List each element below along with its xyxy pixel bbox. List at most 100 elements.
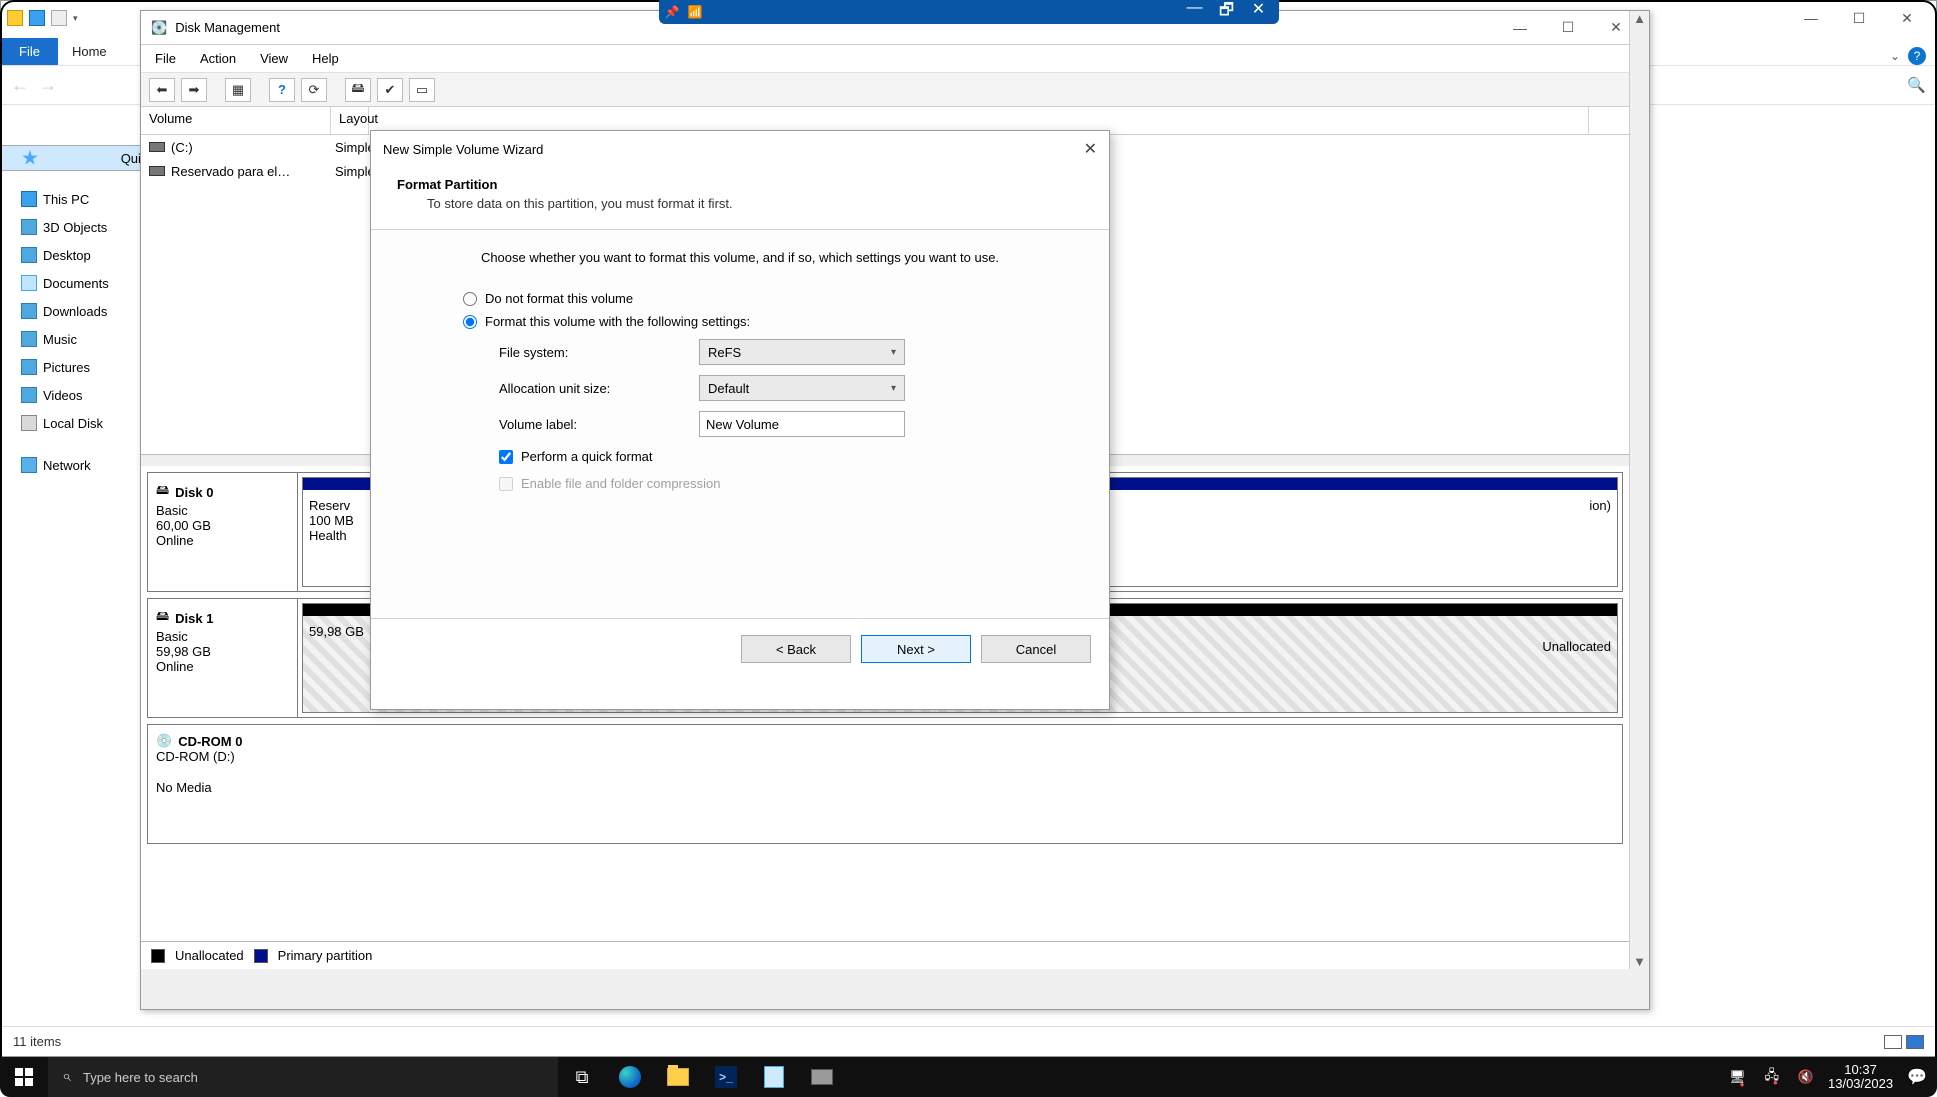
nav-tree-item[interactable]: Documents [21, 269, 141, 297]
tree-item-icon [21, 387, 37, 403]
nav-back-button[interactable]: ← [11, 75, 29, 96]
dm-toolbar: ⬅ ➡ ▦ ? ⟳ 🖴 ✔ ▭ [141, 73, 1649, 107]
wizard-heading: Format Partition [397, 177, 1083, 192]
tray-volume-icon[interactable]: 🔇 [1798, 1069, 1814, 1085]
col-layout[interactable]: Layout [331, 107, 369, 134]
windows-logo-icon [15, 1068, 33, 1086]
nav-tree-item[interactable]: Desktop [21, 241, 141, 269]
nav-tree-item[interactable]: This PC [21, 185, 141, 213]
ribbon-file-tab[interactable]: File [1, 38, 58, 65]
wizard-title-text: New Simple Volume Wizard [383, 142, 543, 157]
new-simple-volume-wizard: New Simple Volume Wizard ✕ Format Partit… [370, 130, 1110, 710]
explorer-search-icon[interactable]: 🔍 [1907, 76, 1926, 94]
disk-status: Online [156, 533, 289, 548]
nav-tree-item[interactable]: Local Disk [21, 409, 141, 437]
tray-clock[interactable]: 10:37 13/03/2023 [1828, 1063, 1893, 1091]
explorer-maximize-button[interactable]: ☐ [1836, 3, 1882, 33]
explorer-minimize-button[interactable]: — [1788, 3, 1834, 33]
volume-name: (C:) [171, 140, 193, 155]
tb-show-hide-button[interactable]: ▦ [225, 78, 251, 102]
volume-icon [149, 142, 165, 152]
allocation-unit-label: Allocation unit size: [499, 381, 699, 396]
rdp-close-button[interactable]: ✕ [1245, 0, 1273, 26]
quick-format-checkbox[interactable] [499, 450, 513, 464]
qat-properties-icon[interactable] [29, 10, 45, 26]
tb-back-button[interactable]: ⬅ [149, 78, 175, 102]
volume-label-input[interactable] [699, 411, 905, 437]
dm-menu-bar: File Action View Help [141, 45, 1649, 73]
disk-type: Basic [156, 629, 289, 644]
nav-forward-button[interactable]: → [39, 75, 57, 96]
dm-app-icon: 💽 [151, 20, 167, 36]
radio-format-with-settings[interactable] [463, 315, 477, 329]
tree-item-label: 3D Objects [43, 220, 107, 235]
explorer-close-button[interactable]: ✕ [1884, 3, 1930, 33]
wizard-titlebar[interactable]: New Simple Volume Wizard ✕ [371, 131, 1109, 167]
disk-name: Disk 1 [175, 611, 213, 626]
wizard-next-button[interactable]: Next > [861, 635, 971, 663]
tree-item-icon [21, 303, 37, 319]
volume-icon [149, 166, 165, 176]
pin-icon[interactable]: 📌 [665, 5, 680, 19]
tb-forward-button[interactable]: ➡ [181, 78, 207, 102]
rdp-restore-button[interactable]: 🗗 [1213, 0, 1241, 26]
dm-menu-item[interactable]: Action [200, 51, 236, 66]
start-button[interactable] [0, 1057, 48, 1097]
tb-help-button[interactable]: ? [269, 78, 295, 102]
taskbar-search[interactable]: ⌕ Type here to search [48, 1057, 558, 1097]
dm-menu-item[interactable]: File [155, 51, 176, 66]
allocation-unit-select[interactable]: Default ▾ [699, 375, 905, 401]
rdp-connection-bar[interactable]: 📌 📶 — 🗗 ✕ [659, 0, 1279, 24]
dm-menu-item[interactable]: Help [312, 51, 339, 66]
disk-row[interactable]: 💿CD-ROM 0CD-ROM (D:)No Media [147, 724, 1623, 844]
disk-status: No Media [156, 780, 290, 795]
tray-display-icon[interactable]: 🖥● [1729, 1069, 1750, 1085]
task-view-button[interactable]: ⧉ [558, 1057, 606, 1097]
tree-item-label: This PC [43, 192, 89, 207]
action-center-button[interactable]: 💬 [1907, 1067, 1927, 1087]
tb-refresh-button[interactable]: ⟳ [301, 78, 327, 102]
tree-item-label: Music [43, 332, 77, 347]
tree-item-icon [22, 150, 38, 166]
ribbon-collapse-icon[interactable]: ⌄ [1890, 49, 1900, 63]
tree-item-label: Network [43, 458, 91, 473]
disk-size: 59,98 GB [156, 644, 289, 659]
tb-settings-button[interactable]: 🖴 [345, 78, 371, 102]
nav-tree-item[interactable]: 3D Objects [21, 213, 141, 241]
view-details-button[interactable] [1884, 1035, 1902, 1049]
taskbar-explorer-button[interactable] [654, 1057, 702, 1097]
radio-do-not-format[interactable] [463, 292, 477, 306]
taskbar-powershell-button[interactable]: >_ [702, 1057, 750, 1097]
dm-menu-item[interactable]: View [260, 51, 288, 66]
qat-newfolder-icon[interactable] [51, 10, 67, 26]
wizard-cancel-button[interactable]: Cancel [981, 635, 1091, 663]
taskbar-edge-button[interactable] [606, 1057, 654, 1097]
help-icon[interactable]: ? [1908, 47, 1926, 65]
ribbon-home-tab[interactable]: Home [58, 38, 121, 65]
dm-minimize-button[interactable]: — [1497, 13, 1543, 43]
taskbar-diskmgmt-button[interactable] [798, 1057, 846, 1097]
nav-tree-item[interactable]: Downloads [21, 297, 141, 325]
nav-tree-item[interactable]: Pictures [21, 353, 141, 381]
nav-tree-item[interactable]: Videos [21, 381, 141, 409]
dm-scrollbar[interactable]: ▲▼ [1629, 11, 1649, 969]
qat-customize-icon[interactable]: ▾ [73, 13, 78, 24]
disk-name: Disk 0 [175, 485, 213, 500]
disk-icon: 🖴 [156, 481, 169, 503]
nav-tree-item[interactable]: Network [21, 451, 141, 479]
wizard-close-button[interactable]: ✕ [1084, 139, 1097, 159]
view-icons-button[interactable] [1906, 1035, 1924, 1049]
dm-maximize-button[interactable]: ☐ [1545, 13, 1591, 43]
tb-action2-button[interactable]: ▭ [409, 78, 435, 102]
tb-action1-button[interactable]: ✔ [377, 78, 403, 102]
wizard-back-button[interactable]: < Back [741, 635, 851, 663]
rdp-minimize-button[interactable]: — [1181, 0, 1209, 26]
disk-icon: 🖴 [156, 607, 169, 629]
file-system-select[interactable]: ReFS ▾ [699, 339, 905, 365]
tree-item-label: Documents [43, 276, 109, 291]
tree-item-label: Local Disk [43, 416, 103, 431]
col-volume[interactable]: Volume [141, 107, 331, 134]
nav-tree-item[interactable]: Music [21, 325, 141, 353]
tray-network-icon[interactable]: 🖧● [1764, 1066, 1783, 1088]
taskbar-notepad-button[interactable] [750, 1057, 798, 1097]
